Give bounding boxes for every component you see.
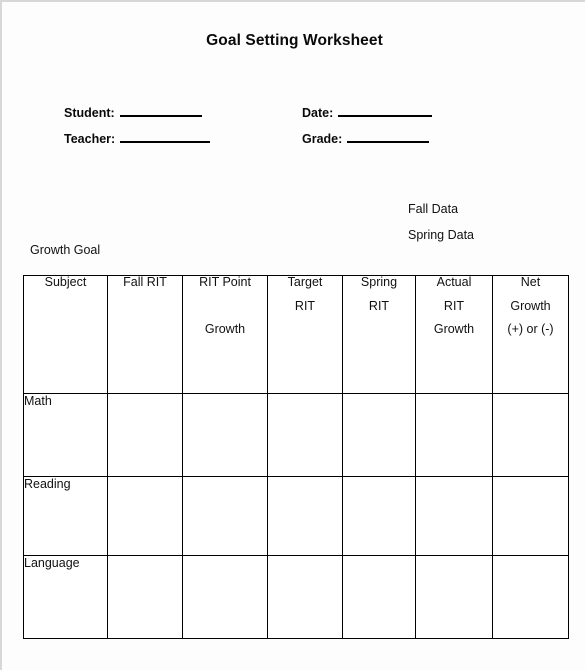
worksheet-page: Goal Setting Worksheet Student: Teacher:…: [0, 0, 585, 670]
header-line: Growth: [204, 321, 246, 336]
cell-actual-rit-growth[interactable]: [415, 476, 493, 556]
header-line: Growth: [433, 322, 475, 336]
header-line: Subject: [44, 275, 87, 289]
table-row: Language: [23, 555, 569, 639]
teacher-field-input[interactable]: [120, 130, 211, 143]
table-header: Subject Fall RIT RIT Point Growth Target…: [23, 275, 569, 394]
cell-actual-rit-growth[interactable]: [415, 555, 493, 639]
header-line: RIT: [443, 298, 465, 313]
row-subject-label: Math: [23, 393, 108, 477]
grade-field-label: Grade:: [302, 132, 343, 146]
page-title: Goal Setting Worksheet: [206, 32, 383, 49]
cell-spring-rit[interactable]: [342, 393, 416, 477]
cell-target-rit[interactable]: [267, 555, 343, 639]
cell-rit-point-growth[interactable]: [182, 476, 268, 556]
student-field-input[interactable]: [119, 104, 202, 117]
cell-target-rit[interactable]: [267, 393, 343, 477]
cell-actual-rit-growth[interactable]: [415, 393, 493, 477]
table-header-row: Subject Fall RIT RIT Point Growth Target…: [23, 275, 569, 394]
column-header-rit-point-growth: RIT Point Growth: [182, 275, 268, 394]
header-line: Net: [520, 275, 541, 289]
header-line: RIT: [368, 298, 390, 313]
cell-rit-point-growth[interactable]: [182, 555, 268, 639]
header-line: Target: [287, 275, 323, 289]
cell-net-growth[interactable]: [492, 393, 569, 477]
teacher-field: Teacher:: [64, 130, 211, 146]
column-header-fall-rit: Fall RIT: [107, 275, 183, 394]
goal-setting-table: Subject Fall RIT RIT Point Growth Target…: [23, 275, 569, 639]
column-header-net-growth: Net Growth (+) or (-): [492, 275, 569, 394]
date-field-label: Date:: [302, 106, 334, 120]
column-header-subject: Subject: [23, 275, 108, 394]
cell-net-growth[interactable]: [492, 476, 569, 556]
cell-fall-rit[interactable]: [107, 393, 183, 477]
cell-rit-point-growth[interactable]: [182, 393, 268, 477]
cell-spring-rit[interactable]: [342, 555, 416, 639]
header-line: Fall RIT: [123, 275, 167, 289]
cell-fall-rit[interactable]: [107, 555, 183, 639]
table-body: Math Reading Language: [23, 393, 569, 639]
cell-spring-rit[interactable]: [342, 476, 416, 556]
cell-target-rit[interactable]: [267, 476, 343, 556]
column-header-target-rit: Target RIT: [267, 275, 343, 394]
date-field: Date:: [302, 104, 433, 120]
cell-net-growth[interactable]: [492, 555, 569, 639]
header-line: Actual: [436, 275, 472, 289]
table-row: Reading: [23, 476, 569, 556]
table-row: Math: [23, 393, 569, 477]
grade-field: Grade:: [302, 130, 430, 146]
header-line: Growth: [510, 298, 551, 313]
row-subject-label: Reading: [23, 476, 108, 556]
student-field-label: Student:: [64, 106, 115, 120]
header-line: (+) or (-): [507, 322, 554, 336]
column-header-actual-rit-growth: Actual RIT Growth: [415, 275, 493, 394]
row-subject-label: Language: [23, 555, 108, 639]
grade-field-input[interactable]: [347, 130, 430, 143]
spring-data-label: Spring Data: [408, 228, 475, 242]
header-line: RIT: [294, 298, 316, 313]
cell-fall-rit[interactable]: [107, 476, 183, 556]
teacher-field-label: Teacher:: [64, 132, 116, 146]
growth-goal-label: Growth Goal: [30, 243, 101, 257]
student-field: Student:: [64, 104, 202, 120]
column-header-spring-rit: Spring RIT: [342, 275, 416, 394]
header-line: Spring: [360, 275, 398, 289]
fall-data-label: Fall Data: [408, 202, 459, 216]
header-line: RIT Point: [199, 275, 251, 289]
date-field-input[interactable]: [338, 104, 433, 117]
